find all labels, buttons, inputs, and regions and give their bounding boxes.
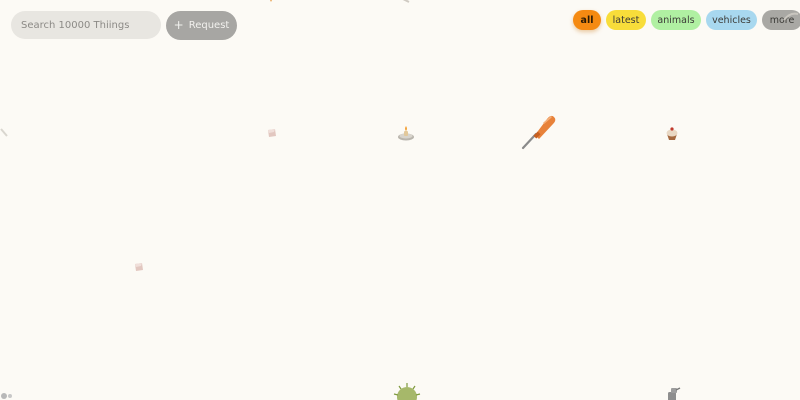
cactus-ball-icon[interactable] bbox=[392, 382, 422, 400]
filter-latest[interactable]: latest bbox=[606, 10, 646, 30]
screwdriver-icon[interactable] bbox=[518, 112, 560, 152]
filter-animals[interactable]: animals bbox=[651, 10, 701, 30]
filter-label: animals bbox=[657, 14, 695, 26]
partial-thing-icon[interactable] bbox=[783, 12, 799, 22]
sugar-cube-icon[interactable] bbox=[266, 127, 278, 139]
thiings-canvas[interactable]: + Request all latest animals vehicles mo… bbox=[0, 0, 800, 400]
partial-thing-icon[interactable] bbox=[266, 0, 276, 6]
partial-thing-icon[interactable] bbox=[0, 128, 8, 138]
candle-dish-icon[interactable] bbox=[396, 124, 416, 142]
filter-vehicles[interactable]: vehicles bbox=[706, 10, 757, 30]
request-button[interactable]: + Request bbox=[166, 11, 237, 40]
request-button-label: Request bbox=[188, 20, 230, 31]
search-input[interactable] bbox=[21, 19, 161, 31]
sugar-cube-icon[interactable] bbox=[133, 261, 145, 273]
filter-label: latest bbox=[612, 14, 640, 26]
filter-label: all bbox=[580, 14, 594, 26]
cupcake-icon[interactable] bbox=[664, 125, 680, 141]
partial-thing-icon[interactable] bbox=[0, 390, 14, 400]
filter-all[interactable]: all bbox=[573, 10, 601, 30]
plus-icon: + bbox=[173, 18, 184, 32]
search-field[interactable] bbox=[11, 11, 161, 39]
partial-thing-icon[interactable] bbox=[400, 0, 410, 4]
filter-label: vehicles bbox=[712, 14, 751, 26]
robot-figure-icon[interactable] bbox=[663, 386, 681, 400]
